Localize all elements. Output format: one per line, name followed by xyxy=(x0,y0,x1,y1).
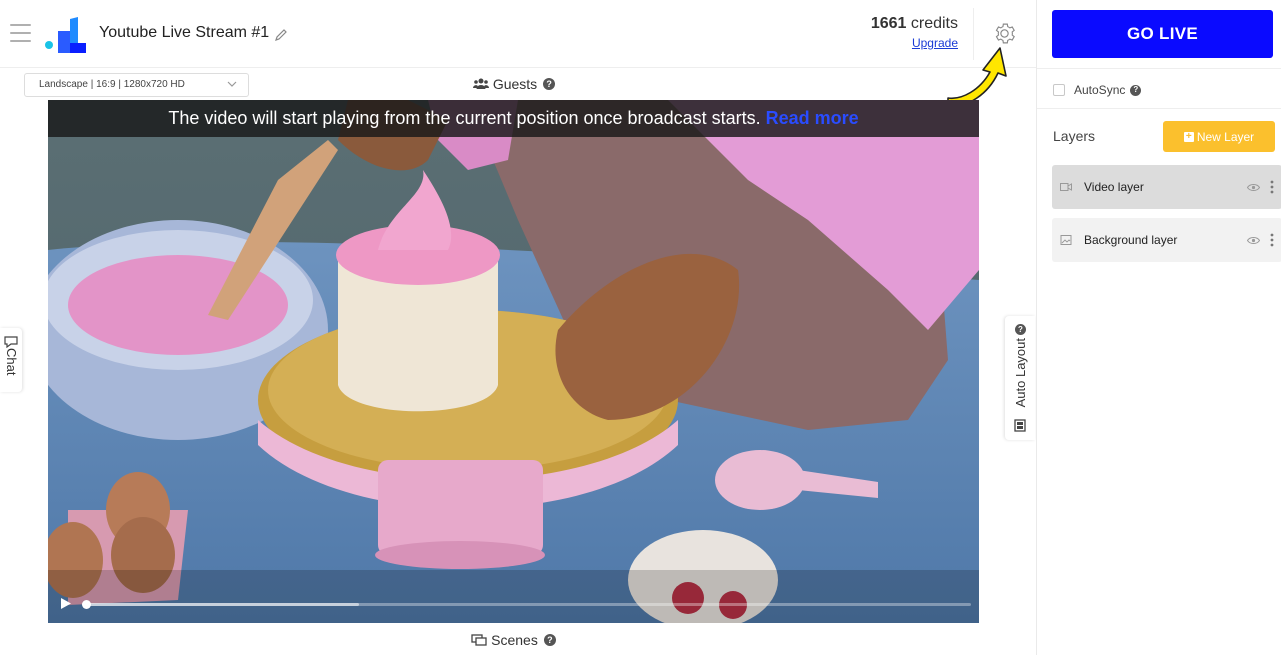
read-more-link[interactable]: Read more xyxy=(766,108,859,128)
chat-label: Chat xyxy=(4,348,19,376)
progress-thumb[interactable] xyxy=(82,600,91,609)
autosync-label: AutoSync xyxy=(1074,83,1126,97)
plus-icon: + xyxy=(1183,131,1194,142)
video-camera-icon xyxy=(1060,183,1072,191)
hamburger-icon[interactable] xyxy=(10,24,31,42)
broadcast-notice: The video will start playing from the cu… xyxy=(48,100,979,137)
autosync-checkbox[interactable] xyxy=(1053,84,1065,96)
progress-bar[interactable] xyxy=(84,603,971,606)
scenes-label: Scenes xyxy=(491,632,538,648)
streaming-studio: Youtube Live Stream #1 1661 credits Upgr… xyxy=(0,0,1281,655)
layout-icon xyxy=(1014,419,1026,432)
credits-label: credits xyxy=(910,15,958,32)
help-icon[interactable]: ? xyxy=(1130,84,1142,96)
go-live-button[interactable]: GO LIVE xyxy=(1052,10,1273,58)
header-divider xyxy=(973,8,974,60)
people-icon xyxy=(472,78,489,89)
layer-name: Background layer xyxy=(1084,233,1178,247)
video-preview[interactable]: The video will start playing from the cu… xyxy=(48,100,979,623)
layers-title: Layers xyxy=(1053,128,1096,144)
auto-layout-label: Auto Layout xyxy=(1013,338,1028,408)
help-icon[interactable]: ? xyxy=(1015,324,1026,335)
credits-value: 1661 xyxy=(870,15,907,32)
credits-display: 1661 credits xyxy=(871,15,958,33)
layer-name: Video layer xyxy=(1084,180,1144,194)
gear-icon[interactable] xyxy=(992,21,1017,46)
eye-icon[interactable] xyxy=(1247,183,1260,192)
help-icon[interactable]: ? xyxy=(543,634,556,646)
image-icon xyxy=(1060,235,1072,245)
stream-title: Youtube Live Stream #1 xyxy=(99,24,270,41)
scenes-tab[interactable]: Scenes ? xyxy=(465,627,562,653)
layer-row-video[interactable]: Video layer xyxy=(1052,165,1281,209)
upgrade-link[interactable]: Upgrade xyxy=(912,36,958,50)
notice-text: The video will start playing from the cu… xyxy=(168,108,761,128)
divider xyxy=(1037,108,1281,109)
brand-logo xyxy=(45,17,86,53)
divider xyxy=(1037,68,1281,69)
pencil-icon[interactable] xyxy=(274,28,288,42)
eye-icon[interactable] xyxy=(1247,236,1260,245)
right-panel: GO LIVE AutoSync ? Layers + New Layer Vi… xyxy=(1036,0,1281,655)
new-layer-label: New Layer xyxy=(1196,129,1255,144)
video-frame-image xyxy=(48,100,979,623)
chat-icon xyxy=(4,336,18,348)
guests-label: Guests xyxy=(492,76,538,92)
chevron-down-icon xyxy=(227,81,237,87)
auto-layout-side-tab[interactable]: ? Auto Layout xyxy=(1005,316,1035,440)
layer-row-background[interactable]: Background layer xyxy=(1052,218,1281,262)
autosync-row: AutoSync ? xyxy=(1053,82,1142,98)
progress-buffer xyxy=(84,603,359,606)
new-layer-button[interactable]: + New Layer xyxy=(1163,121,1275,152)
aspect-ratio-value: Landscape | 16:9 | 1280x720 HD xyxy=(39,79,185,90)
top-header: Youtube Live Stream #1 1661 credits Upgr… xyxy=(0,0,1036,68)
kebab-icon[interactable] xyxy=(1270,233,1274,247)
play-icon[interactable] xyxy=(60,597,72,610)
aspect-ratio-select[interactable]: Landscape | 16:9 | 1280x720 HD xyxy=(24,73,249,97)
kebab-icon[interactable] xyxy=(1270,180,1274,194)
guests-tab[interactable]: Guests ? xyxy=(466,71,562,97)
help-icon[interactable]: ? xyxy=(543,78,556,90)
scenes-icon xyxy=(471,634,487,646)
chat-side-tab[interactable]: Chat xyxy=(0,328,22,392)
